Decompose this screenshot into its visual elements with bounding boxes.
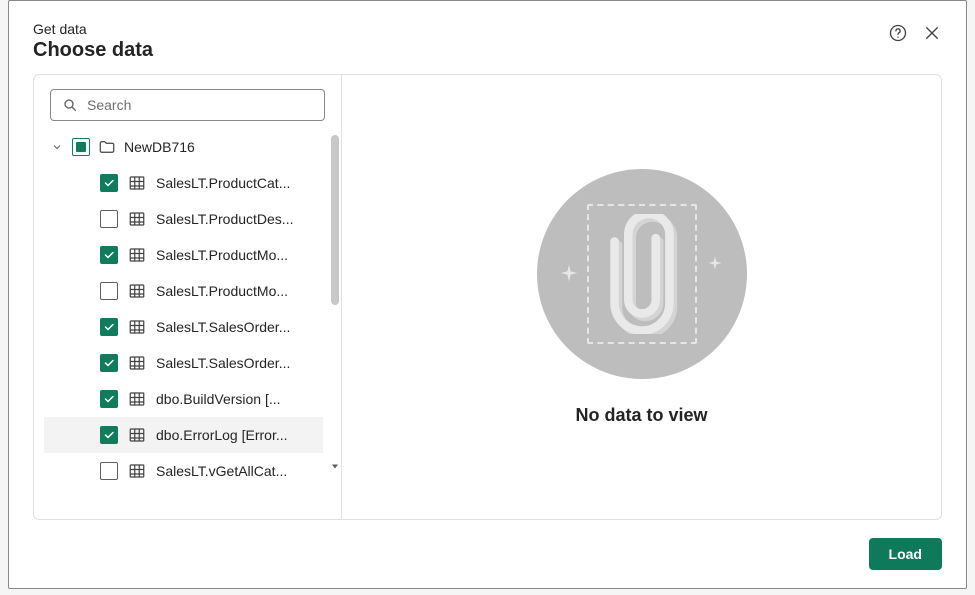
- navigator-pane: NewDB716 SalesLT.ProductCat... SalesLT.P…: [34, 75, 342, 519]
- tree-item[interactable]: SalesLT.ProductMo...: [44, 273, 323, 309]
- help-icon[interactable]: [888, 23, 908, 43]
- scrollbar-thumb[interactable]: [331, 135, 339, 305]
- table-icon: [128, 426, 146, 444]
- item-label: SalesLT.SalesOrder...: [156, 355, 319, 371]
- folder-icon: [98, 138, 116, 156]
- dialog-titles: Get data Choose data: [33, 21, 153, 62]
- item-checkbox[interactable]: [100, 354, 118, 372]
- item-label: SalesLT.SalesOrder...: [156, 319, 319, 335]
- empty-message: No data to view: [575, 405, 707, 426]
- tree-items: SalesLT.ProductCat... SalesLT.ProductDes…: [44, 165, 323, 489]
- table-icon: [128, 318, 146, 336]
- search-field[interactable]: [50, 89, 325, 121]
- paperclip-icon: [606, 214, 678, 334]
- header-actions: [888, 23, 942, 43]
- item-checkbox[interactable]: [100, 462, 118, 480]
- tree-item[interactable]: SalesLT.vGetAllCat...: [44, 453, 323, 489]
- root-label: NewDB716: [124, 139, 195, 155]
- item-label: SalesLT.ProductMo...: [156, 247, 319, 263]
- search-icon: [61, 96, 79, 114]
- sparkle-icon: [707, 255, 723, 276]
- tree-item[interactable]: SalesLT.ProductMo...: [44, 237, 323, 273]
- item-label: dbo.BuildVersion [...: [156, 391, 319, 407]
- item-label: dbo.ErrorLog [Error...: [156, 427, 319, 443]
- tree-item[interactable]: SalesLT.SalesOrder...: [44, 345, 323, 381]
- table-icon: [128, 354, 146, 372]
- item-checkbox[interactable]: [100, 174, 118, 192]
- chevron-down-icon[interactable]: [50, 140, 64, 154]
- table-icon: [128, 282, 146, 300]
- sparkle-icon: [559, 263, 579, 288]
- load-button[interactable]: Load: [869, 538, 942, 570]
- item-checkbox[interactable]: [100, 390, 118, 408]
- scroll-down-icon[interactable]: [329, 459, 341, 471]
- tree-root-row[interactable]: NewDB716: [44, 131, 323, 163]
- table-icon: [128, 174, 146, 192]
- close-icon[interactable]: [922, 23, 942, 43]
- tree-item[interactable]: dbo.ErrorLog [Error...: [44, 417, 323, 453]
- preview-pane: No data to view: [342, 75, 941, 519]
- tree-item[interactable]: SalesLT.ProductDes...: [44, 201, 323, 237]
- choose-data-dialog: Get data Choose data: [8, 0, 967, 589]
- dialog-title: Choose data: [33, 39, 153, 62]
- dialog-content: NewDB716 SalesLT.ProductCat... SalesLT.P…: [33, 74, 942, 520]
- root-checkbox[interactable]: [72, 138, 90, 156]
- item-label: SalesLT.ProductMo...: [156, 283, 319, 299]
- item-label: SalesLT.ProductDes...: [156, 211, 319, 227]
- object-tree: NewDB716 SalesLT.ProductCat... SalesLT.P…: [34, 131, 341, 511]
- tree-item[interactable]: SalesLT.ProductCat...: [44, 165, 323, 201]
- table-icon: [128, 246, 146, 264]
- dialog-footer: Load: [9, 520, 966, 588]
- table-icon: [128, 390, 146, 408]
- item-label: SalesLT.ProductCat...: [156, 175, 319, 191]
- item-label: SalesLT.vGetAllCat...: [156, 463, 319, 479]
- search-wrap: [34, 89, 341, 131]
- item-checkbox[interactable]: [100, 210, 118, 228]
- table-icon: [128, 462, 146, 480]
- item-checkbox[interactable]: [100, 282, 118, 300]
- dialog-header: Get data Choose data: [9, 1, 966, 74]
- empty-illustration: [537, 169, 747, 379]
- dialog-subtitle: Get data: [33, 21, 153, 37]
- tree-item[interactable]: dbo.BuildVersion [...: [44, 381, 323, 417]
- tree-item[interactable]: SalesLT.SalesOrder...: [44, 309, 323, 345]
- search-input[interactable]: [87, 97, 314, 113]
- item-checkbox[interactable]: [100, 318, 118, 336]
- table-icon: [128, 210, 146, 228]
- item-checkbox[interactable]: [100, 426, 118, 444]
- item-checkbox[interactable]: [100, 246, 118, 264]
